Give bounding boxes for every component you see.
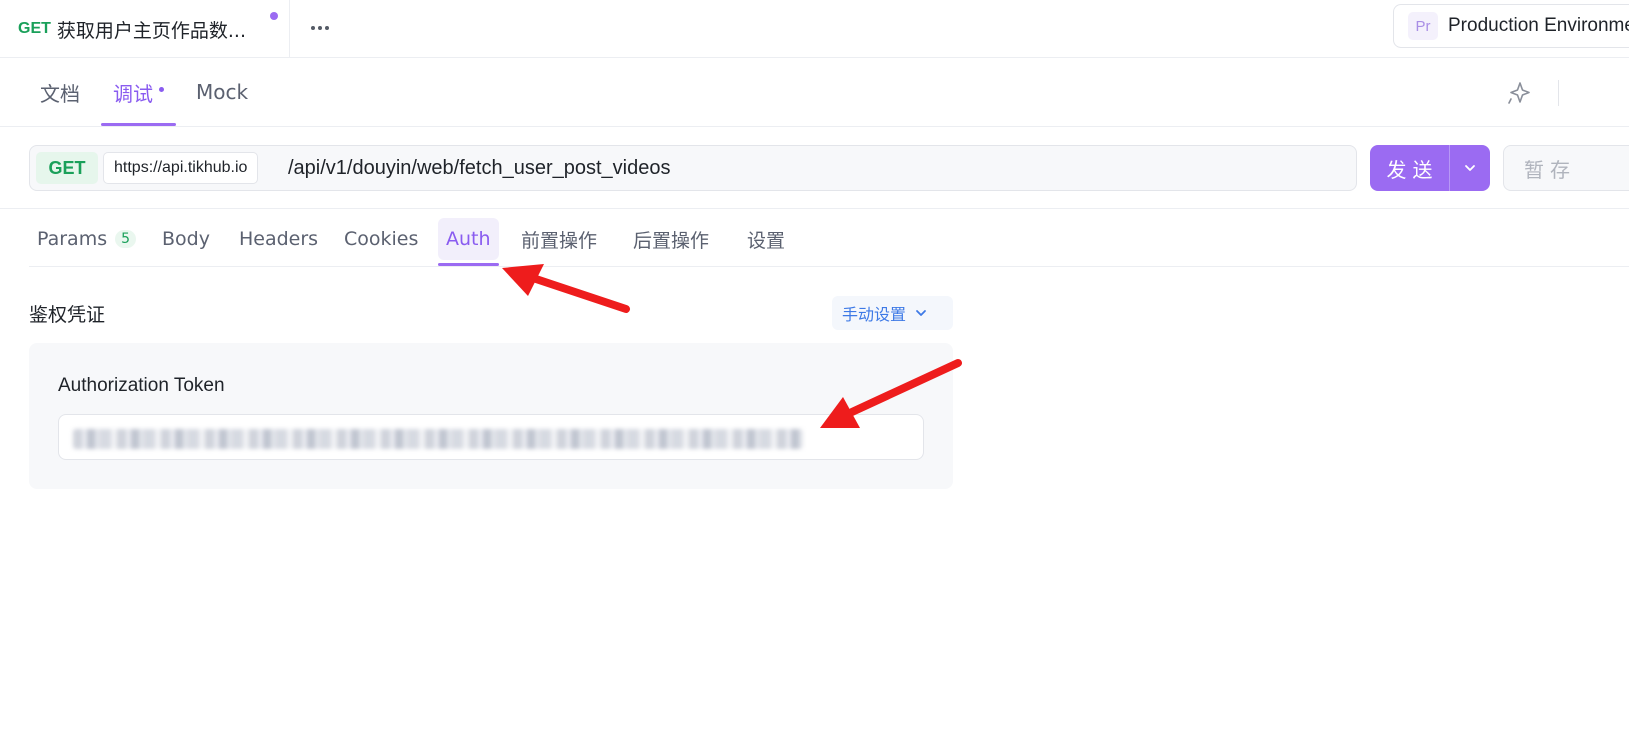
auth-mode-label: 手动设置 xyxy=(842,305,907,324)
tab-body-label: Body xyxy=(162,228,210,250)
active-tab-indicator xyxy=(101,123,176,126)
tab-cookies[interactable]: Cookies xyxy=(344,220,418,258)
send-button[interactable]: 发送 xyxy=(1370,145,1490,191)
chevron-down-icon xyxy=(1465,165,1475,171)
mode-tab-bar: 文档 调试 Mock xyxy=(0,58,1629,127)
tab-settings[interactable]: 设置 xyxy=(747,220,785,258)
tab-mock-label: Mock xyxy=(196,80,249,104)
method-select[interactable]: GET xyxy=(36,152,98,184)
top-tab-bar: GET 获取用户主页作品数... Pr Production Environme… xyxy=(0,0,1629,58)
send-button-label: 发送 xyxy=(1386,157,1439,182)
tab-auth-label: Auth xyxy=(446,228,491,250)
tab-docs[interactable]: 文档 xyxy=(40,58,80,126)
tab-cookies-label: Cookies xyxy=(344,228,419,250)
tab-params-label: Params xyxy=(37,228,108,250)
tab-settings-label: 设置 xyxy=(747,229,786,252)
tab-pre-request-label: 前置操作 xyxy=(521,229,598,252)
save-button[interactable]: 暂存 xyxy=(1503,145,1629,191)
path-input[interactable]: /api/v1/douyin/web/fetch_user_post_video… xyxy=(288,152,1328,184)
tab-body[interactable]: Body xyxy=(162,220,210,258)
unsaved-dot-icon xyxy=(270,12,278,20)
chevron-down-icon xyxy=(916,310,926,316)
tab-debug-label: 调试 xyxy=(113,81,153,106)
toolbar-divider xyxy=(1558,80,1559,106)
environment-badge: Pr xyxy=(1408,12,1438,40)
environment-selector[interactable]: Pr Production Environment xyxy=(1393,4,1629,48)
tab-pre-request[interactable]: 前置操作 xyxy=(521,220,597,258)
send-dropdown-button[interactable] xyxy=(1450,145,1490,191)
tab-docs-label: 文档 xyxy=(40,81,80,106)
redacted-token-value xyxy=(73,429,803,449)
auth-section-label: 鉴权凭证 xyxy=(29,304,106,326)
request-tab[interactable]: GET 获取用户主页作品数... xyxy=(0,0,290,58)
more-options-icon[interactable] xyxy=(306,16,334,40)
auth-mode-dropdown[interactable]: 手动设置 xyxy=(832,296,953,330)
params-count-badge: 5 xyxy=(115,230,137,248)
url-bar: GET https://api.tikhub.io /api/v1/douyin… xyxy=(29,145,1357,191)
environment-name: Production Environment xyxy=(1448,15,1629,36)
request-tab-bar: Params 5 Body Headers Cookies Auth 前置操作 … xyxy=(29,212,1629,267)
authorization-token-input[interactable] xyxy=(58,414,924,460)
tab-post-request-label: 后置操作 xyxy=(633,229,710,252)
tab-headers[interactable]: Headers xyxy=(239,220,318,258)
request-tab-title: 获取用户主页作品数... xyxy=(56,19,247,42)
request-tab-method: GET xyxy=(18,20,51,37)
auth-panel: Authorization Token xyxy=(29,343,953,489)
tab-post-request[interactable]: 后置操作 xyxy=(633,220,709,258)
tab-params[interactable]: Params 5 xyxy=(37,220,137,258)
modified-dot-icon xyxy=(159,86,164,92)
section-divider xyxy=(0,208,1629,209)
annotation-arrow-auth xyxy=(502,264,630,313)
active-request-tab-indicator xyxy=(438,263,499,266)
tab-headers-label: Headers xyxy=(239,228,319,250)
ai-sparkle-icon[interactable] xyxy=(1506,80,1532,106)
authorization-token-label: Authorization Token xyxy=(58,375,225,396)
tab-auth[interactable]: Auth xyxy=(438,218,499,260)
tab-mock[interactable]: Mock xyxy=(196,58,248,126)
tab-debug[interactable]: 调试 xyxy=(113,58,164,126)
base-url-selector[interactable]: https://api.tikhub.io xyxy=(103,152,259,184)
